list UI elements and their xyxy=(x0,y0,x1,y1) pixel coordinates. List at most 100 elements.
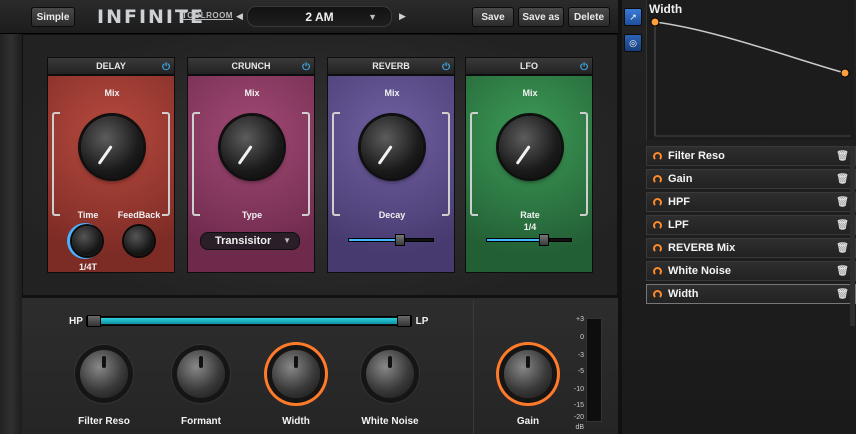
trash-icon[interactable]: 🗑 xyxy=(836,289,849,300)
top-bar: Simple INFINITE TOOLROOM ◀ 2 AM ▼ ▶ Save… xyxy=(0,0,620,34)
trash-icon[interactable]: 🗑 xyxy=(836,151,849,162)
lp-handle[interactable] xyxy=(397,315,411,327)
lfo-rate-slider[interactable] xyxy=(486,234,572,246)
modulation-graph[interactable]: Width xyxy=(646,0,854,140)
white-noise-knob[interactable] xyxy=(366,350,414,398)
next-preset-icon[interactable]: ▶ xyxy=(399,11,406,22)
mod-item[interactable]: Filter Reso 🗑 xyxy=(646,146,856,166)
meter-tick: -20 xyxy=(573,414,584,421)
meter-tick: -10 xyxy=(573,386,584,393)
bracket-left xyxy=(470,112,478,216)
level-meter xyxy=(586,318,602,422)
delete-button[interactable]: Delete xyxy=(568,7,610,27)
formant-knob[interactable] xyxy=(177,350,225,398)
divider xyxy=(473,300,474,434)
reverb-decay-slider[interactable] xyxy=(348,234,434,246)
trash-icon[interactable]: 🗑 xyxy=(836,174,849,185)
lfo-mix-knob[interactable] xyxy=(499,116,561,178)
reverb-mix-knob[interactable] xyxy=(361,116,423,178)
crunch-module: CRUNCH ⏻ Mix Type Transisitor ▼ xyxy=(187,57,315,273)
hp-handle[interactable] xyxy=(87,315,101,327)
left-rail xyxy=(0,0,22,434)
chevron-down-icon: ▼ xyxy=(283,236,291,245)
filter-reso-label: Filter Reso xyxy=(78,416,130,427)
scrollbar[interactable] xyxy=(850,146,855,326)
meter-tick: -15 xyxy=(573,402,584,409)
prev-preset-icon[interactable]: ◀ xyxy=(236,11,243,22)
decay-fill xyxy=(349,239,401,241)
graph-mode-icon[interactable]: ↗ xyxy=(624,8,642,26)
end-point[interactable] xyxy=(840,68,850,78)
trash-icon[interactable]: 🗑 xyxy=(836,197,849,208)
width-knob[interactable] xyxy=(272,350,320,398)
lfo-module: LFO ⏻ Mix Rate 1/4 xyxy=(465,57,593,273)
meter-tick: -5 xyxy=(577,368,584,375)
brand-label: TOOLROOM xyxy=(182,11,233,20)
save-button[interactable]: Save xyxy=(472,7,514,27)
rate-thumb[interactable] xyxy=(539,234,549,246)
trash-icon[interactable]: 🗑 xyxy=(836,266,849,277)
crunch-mix-knob[interactable] xyxy=(221,116,283,178)
gain-label: Gain xyxy=(516,416,540,427)
mod-item[interactable]: HPF 🗑 xyxy=(646,192,856,212)
decay-thumb[interactable] xyxy=(395,234,405,246)
reverb-header: REVERB ⏻ xyxy=(327,57,455,75)
feedback-label: FeedBack xyxy=(117,210,161,220)
mod-item[interactable]: Gain 🗑 xyxy=(646,169,856,189)
bracket-left xyxy=(192,112,200,216)
bracket-right xyxy=(442,112,450,216)
bracket-left xyxy=(332,112,340,216)
time-value: 1/4T xyxy=(78,262,97,272)
gain-knob[interactable] xyxy=(504,350,552,398)
mod-item[interactable]: LPF 🗑 xyxy=(646,215,856,235)
mod-item-label: Width xyxy=(668,288,699,300)
knob-icon xyxy=(653,174,662,184)
power-icon[interactable]: ⏻ xyxy=(302,60,310,76)
power-icon[interactable]: ⏻ xyxy=(162,60,170,76)
power-icon[interactable]: ⏻ xyxy=(442,60,450,76)
bracket-right xyxy=(162,112,170,216)
filter-reso-knob[interactable] xyxy=(80,350,128,398)
reverb-title: REVERB xyxy=(372,61,410,71)
mix-label: Mix xyxy=(522,88,538,98)
simple-button[interactable]: Simple xyxy=(31,7,75,27)
crunch-type-select[interactable]: Transisitor ▼ xyxy=(200,232,300,250)
trash-icon[interactable]: 🗑 xyxy=(836,220,849,231)
preset-name: 2 AM xyxy=(305,9,334,24)
power-icon[interactable]: ⏻ xyxy=(580,60,588,76)
mod-item[interactable]: REVERB Mix 🗑 xyxy=(646,238,856,258)
hp-lp-range-slider[interactable] xyxy=(86,315,412,327)
level-meter-scale: +3 0 -3 -5 -10 -15 -20 dB xyxy=(566,316,584,432)
crunch-type-value: Transisitor xyxy=(215,235,272,247)
delay-header: DELAY ⏻ xyxy=(47,57,175,75)
delay-mix-knob[interactable] xyxy=(81,116,143,178)
knob-icon xyxy=(653,197,662,207)
save-as-button[interactable]: Save as xyxy=(518,7,564,27)
start-point[interactable] xyxy=(650,17,660,27)
white-noise-label: White Noise xyxy=(361,416,419,427)
knob-icon xyxy=(653,151,662,161)
delay-time-knob[interactable] xyxy=(72,226,102,256)
mix-label: Mix xyxy=(104,88,120,98)
crunch-header: CRUNCH ⏻ xyxy=(187,57,315,75)
modulation-list: Filter Reso 🗑 Gain 🗑 HPF 🗑 LPF 🗑 REVERB Mix 🗑… xyxy=(646,146,856,307)
hp-label: HP xyxy=(69,316,83,327)
mod-item-label: LPF xyxy=(668,219,689,231)
meter-tick: +3 xyxy=(576,316,584,323)
trash-icon[interactable]: 🗑 xyxy=(836,243,849,254)
lfo-mode-icon[interactable]: ◎ xyxy=(624,34,642,52)
time-label: Time xyxy=(77,210,99,220)
mod-item[interactable]: White Noise 🗑 xyxy=(646,261,856,281)
formant-label: Formant xyxy=(181,416,221,427)
lfo-header: LFO ⏻ xyxy=(465,57,593,75)
mod-item-label: Gain xyxy=(668,173,693,185)
knob-icon xyxy=(653,243,662,253)
mod-item-label: HPF xyxy=(668,196,690,208)
modulation-panel: ↗ ◎ Width Filter Reso 🗑 Gain 🗑 HPF 🗑 LPF 🗑 R… xyxy=(622,0,856,434)
knob-icon xyxy=(653,289,662,299)
mod-item-selected[interactable]: Width 🗑 xyxy=(646,284,856,304)
delay-feedback-knob[interactable] xyxy=(124,226,154,256)
type-label: Type xyxy=(241,210,263,220)
preset-selector[interactable]: 2 AM ▼ xyxy=(247,6,392,27)
rate-value: 1/4 xyxy=(523,222,537,232)
